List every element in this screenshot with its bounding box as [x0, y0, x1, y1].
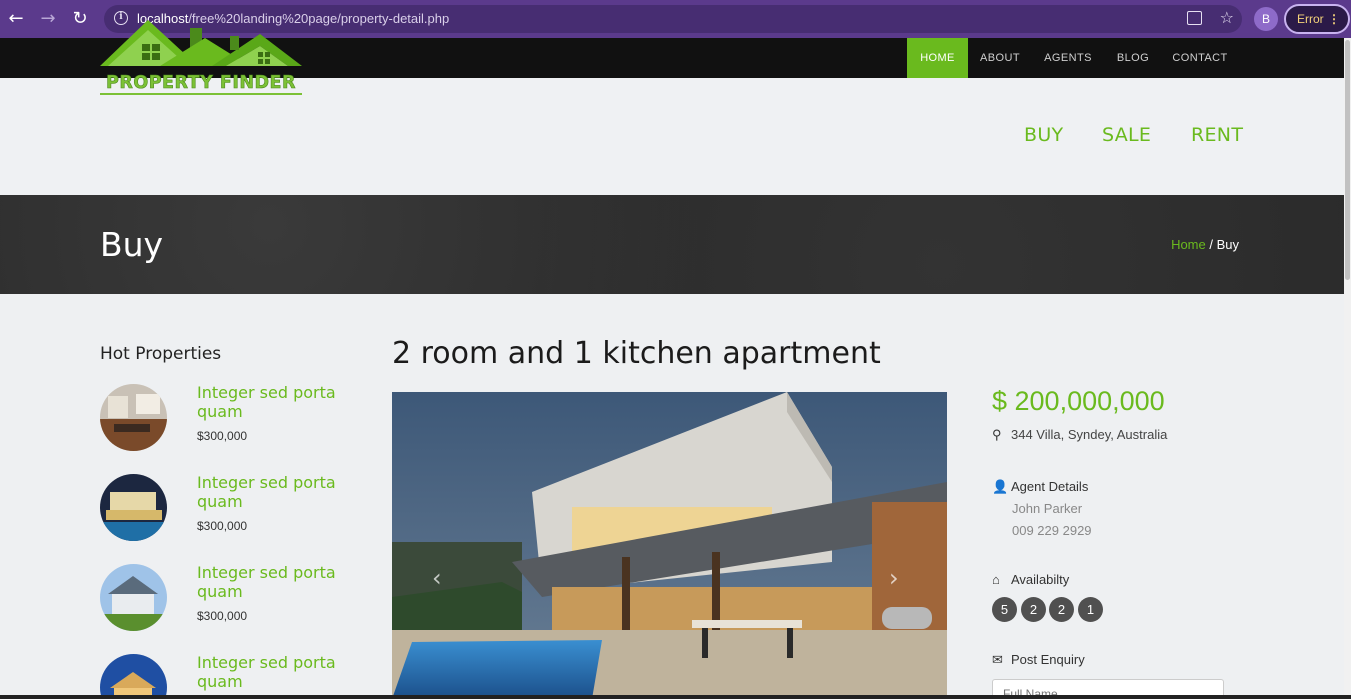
breadcrumb-separator: /: [1205, 237, 1217, 252]
property-title: 2 room and 1 kitchen apartment: [392, 336, 881, 371]
property-address-text: 344 Villa, Syndey, Australia: [1011, 427, 1168, 442]
hot-property-name[interactable]: Integer sed porta quam: [197, 563, 347, 601]
agent-heading-text: Agent Details: [1011, 479, 1089, 494]
home-icon: ⌂: [992, 572, 1000, 587]
property-address: ⚲ 344 Villa, Syndey, Australia: [992, 427, 1167, 443]
breadcrumb: Home / Buy: [1171, 237, 1239, 252]
envelope-icon: ✉: [992, 652, 1003, 667]
map-pin-icon: ⚲: [992, 427, 1002, 442]
availability-heading: ⌂ Availabilty: [992, 572, 1069, 587]
property-price: $ 200,000,000: [992, 386, 1165, 416]
topnav-about[interactable]: ABOUT: [970, 38, 1030, 78]
breadcrumb-current: Buy: [1216, 237, 1239, 252]
hot-property-item[interactable]: Integer sed porta quam $300,000: [100, 563, 360, 634]
page-title: Buy: [100, 225, 164, 264]
agent-phone: 009 229 2929: [1012, 523, 1092, 538]
breadcrumb-home[interactable]: Home: [1171, 237, 1206, 252]
property-thumbnail[interactable]: [100, 474, 167, 541]
availability-badge: 2: [1021, 597, 1046, 622]
window-bottom-edge: [0, 695, 1351, 699]
back-icon[interactable]: ←: [6, 9, 26, 29]
property-photo: [392, 392, 947, 699]
agent-name: John Parker: [1012, 501, 1083, 516]
topnav-agents[interactable]: AGENTS: [1036, 38, 1100, 78]
reload-icon[interactable]: ↻: [70, 9, 90, 29]
hot-property-name[interactable]: Integer sed porta quam: [197, 653, 347, 691]
hot-property-item[interactable]: Integer sed porta quam: [100, 653, 360, 699]
topnav-home[interactable]: HOME: [907, 38, 968, 78]
enquiry-heading: ✉ Post Enquiry: [992, 652, 1085, 668]
hot-property-item[interactable]: Integer sed porta quam $300,000: [100, 383, 360, 454]
error-button[interactable]: Error ⋮: [1284, 4, 1350, 34]
nav-sale[interactable]: SALE: [1102, 124, 1151, 146]
hot-property-price: $300,000: [197, 519, 248, 533]
property-thumbnail[interactable]: [100, 654, 167, 699]
carousel-prev-icon[interactable]: ‹: [432, 564, 442, 592]
profile-avatar[interactable]: B: [1254, 7, 1278, 31]
availability-badge: 5: [992, 597, 1017, 622]
carousel-next-icon[interactable]: ›: [889, 564, 899, 592]
scrollbar-thumb[interactable]: [1345, 40, 1350, 280]
logo-text[interactable]: PROPERTY FINDER: [100, 73, 302, 95]
hot-property-price: $300,000: [197, 609, 248, 623]
enquiry-heading-text: Post Enquiry: [1011, 652, 1085, 667]
property-thumbnail[interactable]: [100, 384, 167, 451]
share-icon[interactable]: [1187, 11, 1202, 25]
hot-property-item[interactable]: Integer sed porta quam $300,000: [100, 473, 360, 544]
hot-property-name[interactable]: Integer sed porta quam: [197, 473, 347, 511]
topnav-contact[interactable]: CONTACT: [1166, 38, 1234, 78]
forward-icon[interactable]: →: [38, 9, 58, 29]
site-header: BUY SALE RENT: [0, 78, 1344, 195]
property-thumbnail[interactable]: [100, 564, 167, 631]
bookmark-star-icon[interactable]: ☆: [1220, 8, 1234, 27]
nav-rent[interactable]: RENT: [1191, 124, 1243, 146]
availability-badge: 2: [1049, 597, 1074, 622]
page-title-band: Buy Home / Buy: [0, 195, 1344, 294]
page-scrollbar[interactable]: [1344, 38, 1351, 699]
availability-badge: 1: [1078, 597, 1103, 622]
property-photo-carousel[interactable]: ‹ ›: [392, 392, 947, 699]
hot-property-price: $300,000: [197, 429, 248, 443]
availability-heading-text: Availabilty: [1011, 572, 1070, 587]
nav-buy[interactable]: BUY: [1024, 124, 1063, 146]
user-icon: 👤: [992, 479, 1009, 494]
topnav-blog[interactable]: BLOG: [1108, 38, 1158, 78]
agent-heading: 👤 Agent Details: [992, 479, 1088, 495]
sidebar-title: Hot Properties: [100, 344, 222, 364]
error-label: Error: [1297, 12, 1324, 26]
hot-property-name[interactable]: Integer sed porta quam: [197, 383, 347, 421]
menu-dots-icon: ⋮: [1328, 12, 1340, 26]
